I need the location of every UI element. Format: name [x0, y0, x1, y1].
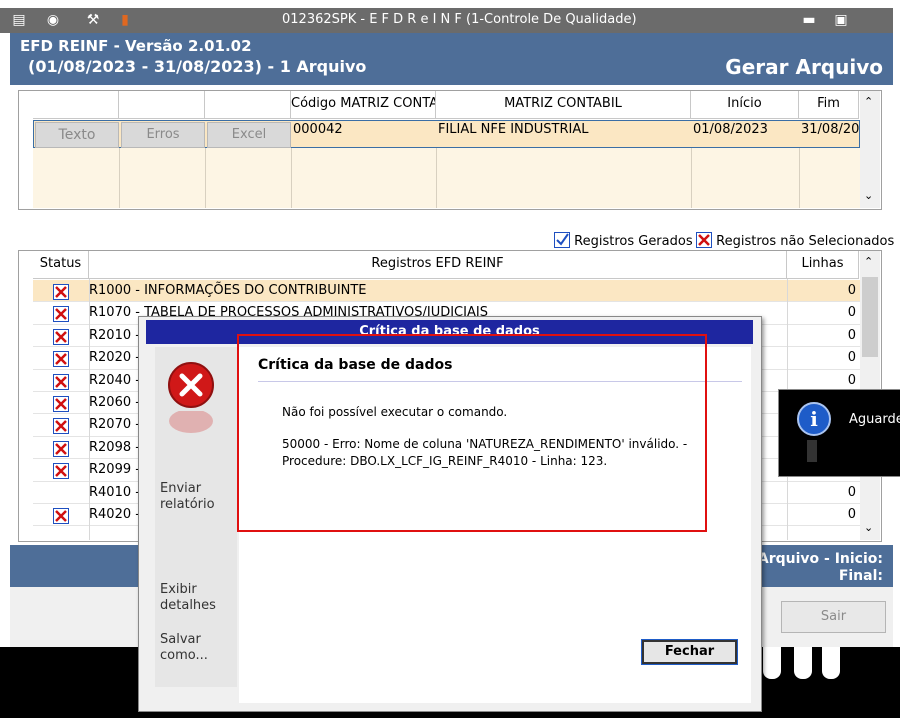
- matriz-grid: Código MATRIZ CONTAB MATRIZ CONTABIL Iní…: [18, 90, 882, 210]
- version-title: EFD REINF - Versão 2.01.02: [20, 37, 252, 55]
- col-linhas[interactable]: Linhas: [787, 251, 859, 279]
- error-icon: [167, 361, 215, 409]
- aguarde-text: Aguarde: [849, 412, 900, 427]
- x-mark-icon: [53, 463, 69, 480]
- enviar-relatorio-link[interactable]: Enviar relatório: [160, 481, 215, 513]
- linhas-value: 0: [847, 305, 856, 321]
- texto-button[interactable]: Texto: [35, 122, 119, 148]
- erros-button[interactable]: Erros: [121, 122, 205, 148]
- dialog-sidebar: Enviar relatório Exibir detalhes Salvar …: [155, 347, 237, 687]
- registro-label: R2070 -: [89, 417, 140, 433]
- registro-label: R2010 -: [89, 327, 140, 343]
- info-icon: i: [797, 402, 831, 436]
- x-mark-icon: [53, 306, 69, 323]
- table-row[interactable]: R1000 - INFORMAÇÕES DO CONTRIBUINTE 0: [33, 280, 860, 303]
- excel-button[interactable]: Excel: [207, 122, 291, 148]
- col-codigo[interactable]: Código MATRIZ CONTAB: [291, 91, 436, 119]
- checkbox-icon: [554, 232, 570, 248]
- x-mark-icon: [696, 232, 712, 248]
- x-mark-icon: [53, 508, 69, 524]
- col-fim[interactable]: Fim: [799, 91, 859, 119]
- linhas-value: 0: [847, 484, 856, 500]
- gerar-arquivo-label[interactable]: Gerar Arquivo: [725, 55, 883, 79]
- col-inicio[interactable]: Início: [691, 91, 799, 119]
- maximize-icon[interactable]: ▣: [832, 11, 850, 29]
- registro-label: R2098 -: [89, 439, 140, 455]
- chevron-up-icon[interactable]: ⌃: [864, 95, 873, 108]
- status-inicio: Arquivo - Inicio:: [757, 551, 883, 567]
- linhas-value: 0: [847, 372, 856, 388]
- x-mark-icon: [53, 396, 69, 412]
- x-mark-icon: [53, 284, 69, 300]
- book-icon[interactable]: ▮: [116, 11, 134, 29]
- chevron-down-icon[interactable]: ⌄: [864, 521, 873, 534]
- cell-matriz: FILIAL NFE INDUSTRIAL: [438, 122, 589, 137]
- registro-label: R2020 -: [89, 350, 140, 366]
- linhas-value: 0: [847, 350, 856, 366]
- legend-nao-selecionados: Registros não Selecionados: [696, 230, 894, 249]
- linhas-value: 0: [847, 507, 856, 522]
- exibir-detalhes-link[interactable]: Exibir detalhes: [160, 582, 216, 614]
- x-mark-icon: [53, 351, 69, 368]
- wrench-icon[interactable]: ⚒: [84, 11, 102, 29]
- salvar-como-link[interactable]: Salvar como...: [160, 632, 208, 664]
- col-status[interactable]: Status: [33, 251, 89, 279]
- registro-label: R2099 -: [89, 462, 140, 478]
- cell-codigo: 000042: [293, 122, 343, 137]
- linhas-value: 0: [847, 283, 856, 298]
- chevron-down-icon[interactable]: ⌄: [864, 189, 873, 202]
- sair-button[interactable]: Sair: [781, 601, 886, 633]
- linhas-value: 0: [847, 327, 856, 343]
- cell-inicio: 01/08/2023: [693, 122, 768, 137]
- registro-label: R1000 - INFORMAÇÕES DO CONTRIBUINTE: [89, 283, 367, 298]
- x-mark-icon: [53, 440, 69, 457]
- highlight-box: [237, 334, 707, 532]
- registro-label: R2040 -: [89, 372, 140, 388]
- cell-fim: 31/08/202: [801, 122, 868, 137]
- x-mark-icon: [53, 373, 69, 390]
- window-title: 012362SPK - E F D R e I N F (1-Controle …: [282, 12, 637, 27]
- title-bar: ▤ ◉ ⚒ ▮ 012362SPK - E F D R e I N F (1-C…: [0, 8, 893, 33]
- x-mark-icon: [53, 418, 69, 435]
- aguarde-popup: i Aguarde: [778, 389, 900, 477]
- period-subtitle: (01/08/2023 - 31/08/2023) - 1 Arquivo: [28, 57, 367, 76]
- col-registros[interactable]: Registros EFD REINF: [89, 251, 787, 279]
- registro-label: R4010 -: [89, 484, 140, 500]
- header-banner: EFD REINF - Versão 2.01.02 (01/08/2023 -…: [10, 33, 893, 85]
- status-final: Final:: [838, 568, 883, 584]
- registro-label: R2060 -: [89, 395, 140, 410]
- col-matriz[interactable]: MATRIZ CONTABIL: [436, 91, 691, 119]
- fechar-button[interactable]: Fechar: [641, 639, 738, 665]
- traffic-light-icon[interactable]: ◉: [44, 11, 62, 29]
- chevron-up-icon[interactable]: ⌃: [864, 255, 873, 268]
- legend-gerados: Registros Gerados: [554, 230, 693, 249]
- scroll-thumb[interactable]: [862, 277, 878, 357]
- x-mark-icon: [53, 328, 69, 345]
- scrollbar[interactable]: ⌃ ⌄: [860, 91, 880, 208]
- menu-icon[interactable]: ▤: [10, 11, 28, 29]
- minimize-icon[interactable]: ▬: [800, 11, 818, 29]
- registro-label: R4020 -: [89, 507, 140, 522]
